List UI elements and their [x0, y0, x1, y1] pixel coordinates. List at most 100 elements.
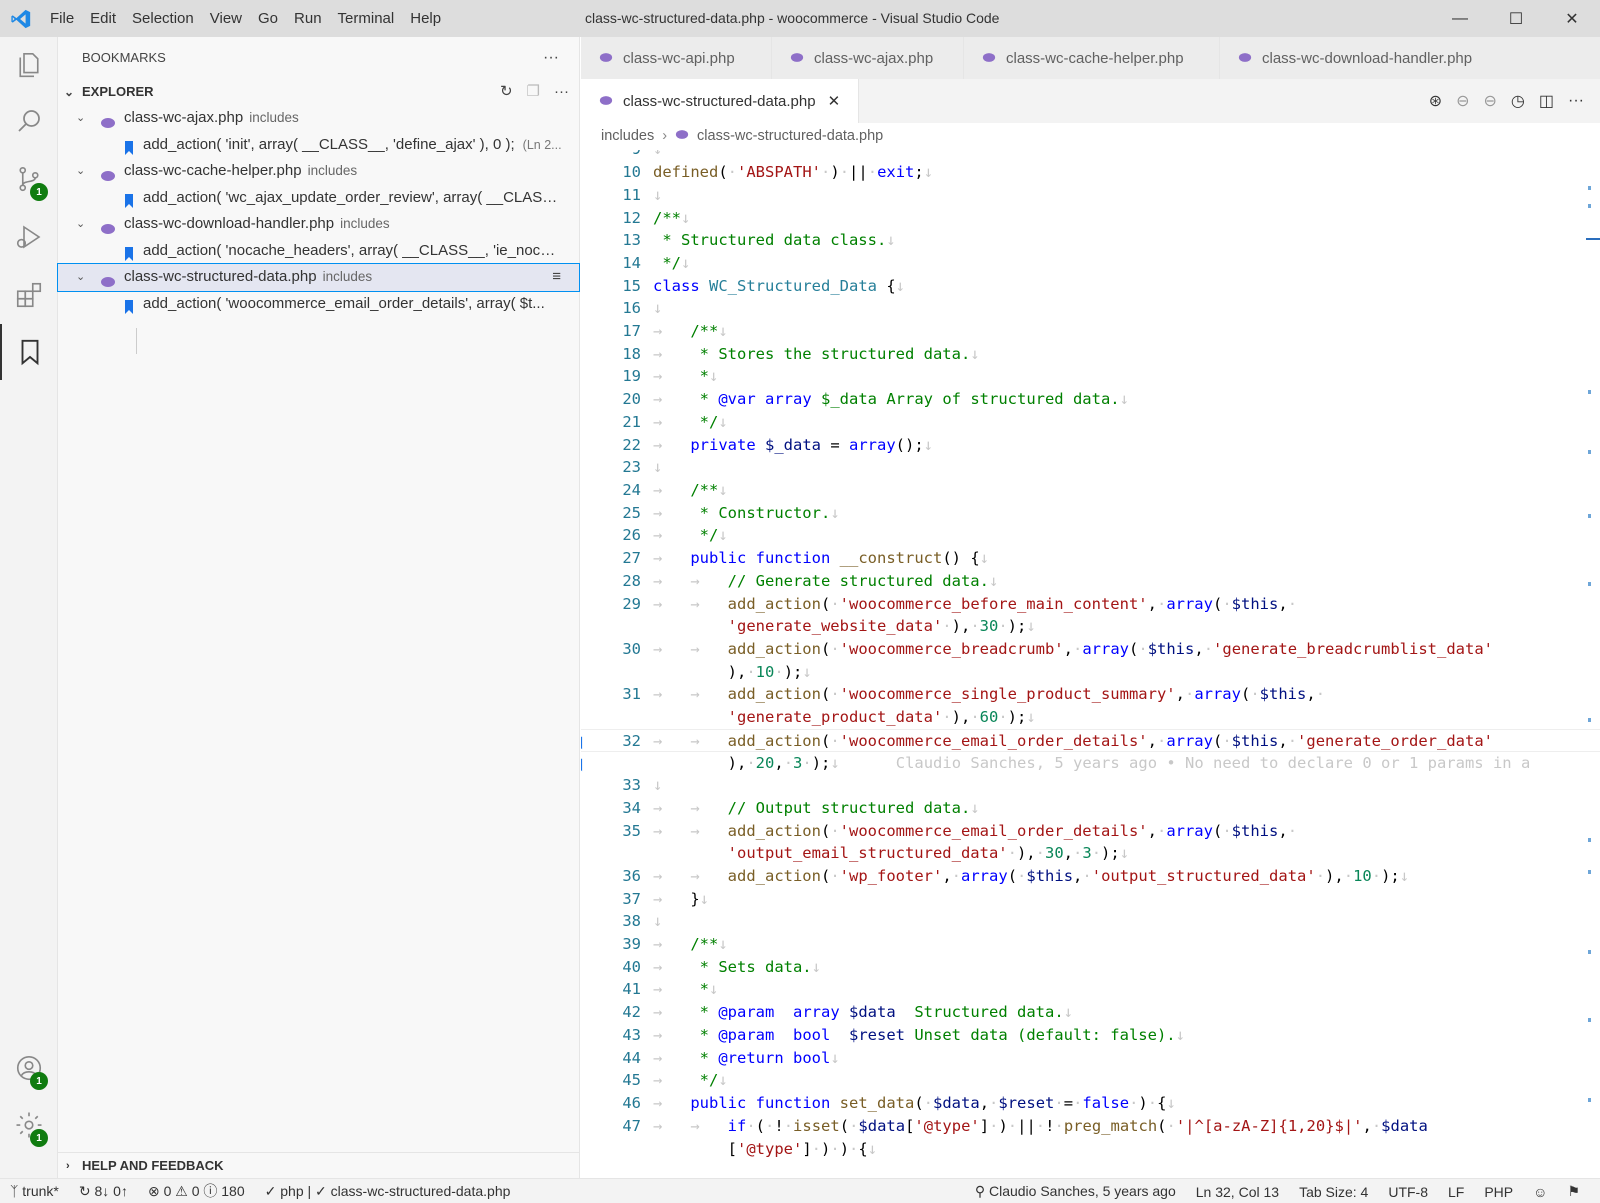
feedback-icon[interactable]: ☺ — [1523, 1184, 1557, 1200]
tab-bar-row-2: class-wc-structured-data.php ✕ ⊛ ⊖ ⊖ ◷ ◫… — [581, 79, 1600, 123]
git-commit-icon: ⚲ — [974, 1183, 986, 1199]
cursor-position[interactable]: Ln 32, Col 13 — [1186, 1184, 1289, 1200]
code-line: 28 → → // Generate structured data.↓ — [622, 572, 999, 590]
problems-indicator[interactable]: ⊗ 0 ⚠ 0 ⓘ 180 — [138, 1181, 255, 1201]
tab-class-wc-ajax[interactable]: class-wc-ajax.php — [772, 37, 964, 79]
bookmark-row[interactable]: add_action( 'wc_ajax_update_order_review… — [58, 185, 579, 212]
tree-file-row[interactable]: ⌄ class-wc-ajax.php includes — [58, 105, 579, 132]
blame-indicator[interactable]: ⚲ Claudio Sanches, 5 years ago — [965, 1183, 1186, 1200]
code-line: ),·10·);↓ — [653, 663, 812, 681]
menu-run[interactable]: Run — [286, 10, 330, 27]
code-line: 45 → */↓ — [622, 1071, 728, 1089]
bookmark-row[interactable]: add_action( 'woocommerce_email_order_det… — [58, 291, 579, 318]
bookmark-row[interactable]: add_action( 'nocache_headers', array( __… — [58, 238, 579, 265]
tree-file-row[interactable]: ⌄ class-wc-download-handler.php includes — [58, 211, 579, 238]
php-file-icon — [599, 50, 613, 67]
refresh-icon[interactable]: ↻ — [500, 79, 513, 105]
run-debug-icon[interactable] — [0, 209, 58, 265]
close-tab-icon[interactable]: ✕ — [828, 92, 841, 110]
help-feedback-header[interactable]: › HELP AND FEEDBACK — [58, 1152, 579, 1178]
window-title: class-wc-structured-data.php - woocommer… — [585, 10, 1000, 26]
more-actions-icon[interactable]: ··· — [543, 37, 559, 79]
extensions-icon[interactable] — [0, 267, 58, 323]
tree-file-row-selected[interactable]: ⌄ class-wc-structured-data.php includes ≡ — [57, 263, 580, 292]
menu-bar: File Edit Selection View Go Run Terminal… — [42, 0, 449, 37]
collapse-all-icon[interactable]: ❐ — [527, 79, 540, 105]
file-name: class-wc-ajax.php — [124, 109, 244, 126]
split-editor-icon[interactable]: ◫ — [1539, 91, 1554, 111]
source-control-icon[interactable]: 1 — [0, 151, 58, 207]
search-icon[interactable] — [0, 93, 58, 149]
timeline-icon[interactable]: ◷ — [1511, 91, 1525, 111]
tab-class-wc-api[interactable]: class-wc-api.php — [581, 37, 772, 79]
close-window-button[interactable]: ✕ — [1544, 0, 1600, 37]
menu-view[interactable]: View — [202, 10, 250, 27]
menu-go[interactable]: Go — [250, 10, 286, 27]
bookmarks-icon[interactable] — [0, 324, 58, 380]
tab-label: class-wc-download-handler.php — [1262, 49, 1473, 67]
code-line: 31 → → add_action(·'woocommerce_single_pr… — [622, 685, 1326, 703]
file-folder: includes — [307, 163, 358, 178]
tab-class-wc-structured-data[interactable]: class-wc-structured-data.php ✕ — [581, 79, 860, 123]
code-line: 17 → /**↓ — [622, 322, 728, 340]
explorer-icon[interactable] — [0, 37, 58, 93]
tree-file-row[interactable]: ⌄ class-wc-cache-helper.php includes — [58, 158, 579, 185]
code-line: 26 → */↓ — [622, 526, 728, 544]
breadcrumb-file[interactable]: class-wc-structured-data.php — [697, 123, 883, 149]
sync-indicator[interactable]: ↻ 8↓ 0↑ — [69, 1183, 138, 1200]
code-line: 38 ↓ — [622, 912, 663, 930]
sidebar-title: BOOKMARKS ··· — [58, 37, 579, 79]
more-actions-icon[interactable]: ··· — [554, 79, 569, 105]
menu-help[interactable]: Help — [402, 10, 449, 27]
chevron-down-icon: ⌄ — [76, 218, 86, 230]
file-folder: includes — [249, 110, 299, 125]
code-line: 22 → private $_data = array();↓ — [622, 436, 934, 454]
activity-bar: 1 1 1 — [0, 37, 58, 1178]
editor-scrollbar[interactable] — [1586, 150, 1600, 1178]
php-file-icon — [100, 271, 116, 291]
bookmark-icon — [124, 138, 134, 159]
settings-gear-icon[interactable]: 1 — [0, 1097, 58, 1153]
code-line: 23 ↓ — [622, 458, 663, 476]
previous-change-icon[interactable]: ⊖ — [1456, 91, 1469, 111]
section-title: EXPLORER — [82, 84, 154, 99]
notifications-bell-icon[interactable]: ⚑ — [1557, 1183, 1590, 1200]
code-line: 18 → * Stores the structured data.↓ — [622, 345, 980, 363]
code-line: 43 → * @param bool $reset Unset data (def… — [622, 1026, 1185, 1044]
code-editor[interactable]: 9↓ 10defined(·'ABSPATH'·)·||·exit;↓ 11↓ … — [581, 150, 1600, 1178]
code-line: 19 → *↓ — [622, 367, 719, 385]
language-mode[interactable]: PHP — [1474, 1184, 1523, 1200]
next-change-icon[interactable]: ⊖ — [1484, 91, 1497, 111]
code-line: ['@type']·)·)·{↓ — [653, 1140, 878, 1158]
breadcrumb-folder[interactable]: includes — [601, 123, 654, 149]
lint-status[interactable]: ✓ php | ✓ class-wc-structured-data.php — [255, 1183, 521, 1200]
tab-class-wc-cache-helper[interactable]: class-wc-cache-helper.php — [964, 37, 1220, 79]
end-of-line[interactable]: LF — [1438, 1184, 1474, 1200]
encoding[interactable]: UTF-8 — [1378, 1184, 1438, 1200]
tab-class-wc-download-handler[interactable]: class-wc-download-handler.php — [1220, 37, 1600, 79]
explorer-section-header[interactable]: ⌄ EXPLORER ↻ ❐ ··· — [58, 79, 579, 105]
editor-area: class-wc-api.php class-wc-ajax.php class… — [581, 37, 1600, 1178]
clear-bookmarks-icon[interactable]: ≡ — [552, 264, 561, 290]
menu-terminal[interactable]: Terminal — [330, 10, 403, 27]
git-branch-icon: ᛉ — [10, 1183, 19, 1199]
code-line: 47 → → if·(·!·isset(·$data['@type']·)·||·… — [622, 1117, 1428, 1135]
git-compare-icon[interactable]: ⊛ — [1429, 91, 1442, 111]
minimize-button[interactable]: — — [1432, 0, 1488, 37]
menu-selection[interactable]: Selection — [124, 10, 202, 27]
code-line: 33 ↓ — [622, 776, 663, 794]
chevron-down-icon: ⌄ — [76, 165, 86, 177]
more-actions-icon[interactable]: ··· — [1568, 92, 1584, 110]
php-file-icon — [100, 165, 116, 185]
tab-size[interactable]: Tab Size: 4 — [1289, 1184, 1378, 1200]
code-line: 39 → /**↓ — [622, 935, 728, 953]
file-folder: includes — [340, 216, 390, 231]
branch-indicator[interactable]: ᛉ trunk* — [0, 1183, 69, 1199]
code-line: ),·20,·3·);↓ Claudio Sanches, 5 years ag… — [581, 752, 1600, 775]
maximize-button[interactable]: ☐ — [1488, 0, 1544, 37]
menu-edit[interactable]: Edit — [82, 10, 124, 27]
tab-label: class-wc-api.php — [623, 49, 735, 67]
accounts-icon[interactable]: 1 — [0, 1040, 58, 1096]
menu-file[interactable]: File — [42, 10, 82, 27]
bookmark-row[interactable]: add_action( 'init', array( __CLASS__, 'd… — [58, 132, 579, 159]
